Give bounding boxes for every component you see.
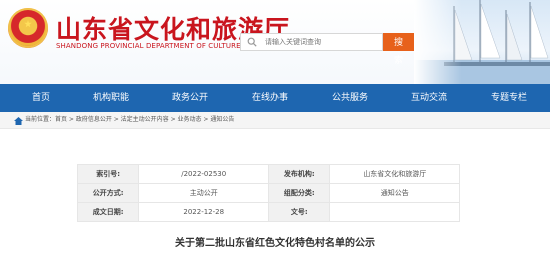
index-label: 索引号: (76, 164, 140, 184)
category-label: 组配分类: (268, 183, 331, 203)
breadcrumb-bar: 当前位置：首页 > 政府信息公开 > 法定主动公开内容 > 业务动态 > 通知公… (0, 112, 550, 129)
nav-item-home[interactable]: 首页 (16, 84, 66, 112)
nav-item-online-services[interactable]: 在线办事 (245, 84, 295, 112)
document-number-value (329, 202, 460, 222)
search-box (240, 33, 383, 51)
search-icon (247, 37, 257, 47)
search-button[interactable]: 搜 索 (383, 33, 418, 66)
nav-item-special-topics[interactable]: 专题专栏 (484, 84, 534, 112)
nav-item-gov-affairs[interactable]: 政务公开 (165, 84, 215, 112)
publisher-value: 山东省文化和旅游厅 (329, 164, 460, 184)
home-icon (14, 117, 23, 125)
article-title: 关于第二批山东省红色文化特色村名单的公示 (175, 238, 375, 249)
table-row: 公开方式: 主动公开 组配分类: 通知公告 (76, 183, 460, 203)
harbor-sailboats-banner-image (414, 0, 550, 84)
disclosure-mode-value: 主动公开 (138, 183, 270, 203)
date-label: 成文日期: (76, 202, 140, 222)
search-input[interactable] (265, 34, 377, 50)
main-nav: 首页 机构职能 政务公开 在线办事 公共服务 互动交流 专题专栏 (0, 84, 550, 112)
site-header: 山东省文化和旅游厅 SHANDONG PROVINCIAL DEPARTMENT… (0, 0, 550, 84)
nav-item-institution[interactable]: 机构职能 (86, 84, 136, 112)
nav-item-public-services[interactable]: 公共服务 (325, 84, 375, 112)
date-value: 2022-12-28 (138, 202, 270, 222)
document-number-label: 文号: (268, 202, 331, 222)
table-row: 索引号: /2022-02530 发布机构: 山东省文化和旅游厅 (76, 164, 460, 184)
index-value: /2022-02530 (138, 164, 270, 184)
disclosure-mode-label: 公开方式: (76, 183, 140, 203)
category-value: 通知公告 (329, 183, 460, 203)
document-metadata-table: 索引号: /2022-02530 发布机构: 山东省文化和旅游厅 公开方式: 主… (76, 164, 460, 222)
national-emblem-logo (8, 8, 48, 48)
publisher-label: 发布机构: (268, 164, 331, 184)
nav-item-interaction[interactable]: 互动交流 (404, 84, 454, 112)
breadcrumb: 当前位置：首页 > 政府信息公开 > 法定主动公开内容 > 业务动态 > 通知公… (25, 116, 235, 123)
table-row: 成文日期: 2022-12-28 文号: (76, 202, 460, 222)
